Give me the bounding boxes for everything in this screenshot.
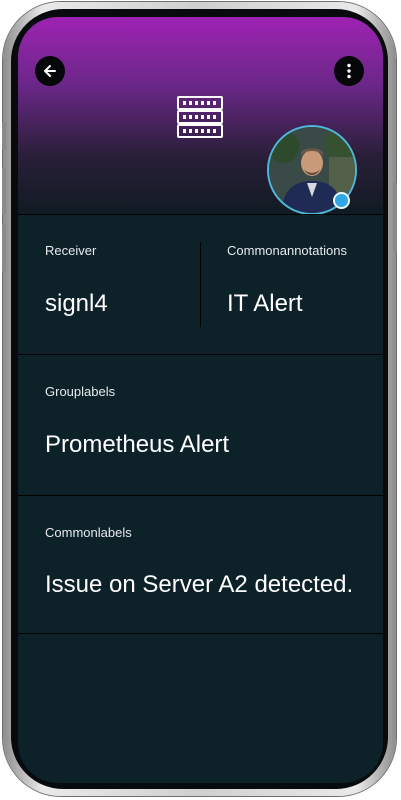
divider xyxy=(18,354,383,355)
volume-down-button xyxy=(2,224,6,272)
column-divider xyxy=(200,242,201,327)
app-screen: Receiver signl4 Commonannotations IT Ale… xyxy=(18,17,383,783)
more-menu-button[interactable] xyxy=(334,56,364,86)
receiver-value: signl4 xyxy=(45,290,108,317)
status-dot xyxy=(333,192,350,209)
commonannotations-label: Commonannotations xyxy=(227,243,347,258)
commonlabels-value: Issue on Server A2 detected. xyxy=(45,571,354,598)
receiver-label: Receiver xyxy=(45,243,97,258)
power-button xyxy=(393,182,397,252)
divider xyxy=(18,214,383,215)
mute-switch xyxy=(2,122,6,150)
server-rack-icon xyxy=(177,96,223,138)
grouplabels-label: Grouplabels xyxy=(45,384,116,399)
volume-up-button xyxy=(2,167,6,215)
back-button[interactable] xyxy=(35,56,65,86)
commonannotations-value: IT Alert xyxy=(227,290,303,317)
arrow-left-icon xyxy=(44,65,56,77)
more-vertical-icon xyxy=(347,63,351,79)
grouplabels-value: Prometheus Alert xyxy=(45,431,230,458)
divider xyxy=(18,495,383,496)
divider xyxy=(18,633,383,634)
commonlabels-label: Commonlabels xyxy=(45,525,132,540)
